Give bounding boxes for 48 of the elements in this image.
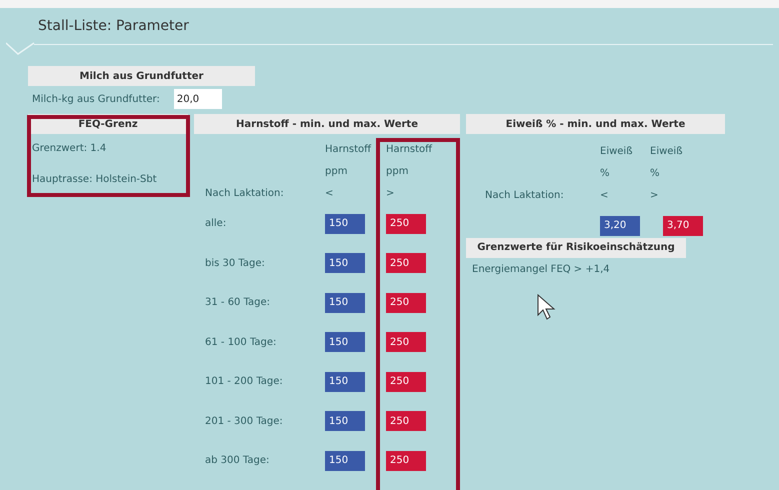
min-value-field[interactable]: 3,20 (600, 216, 640, 236)
column-label: % (600, 166, 611, 180)
max-value-field[interactable]: 250 (386, 450, 426, 471)
row-label: 31 - 60 Tage: (205, 296, 272, 310)
row-label: alle: (205, 217, 228, 232)
min-value-field[interactable]: 150 (325, 253, 365, 274)
column-label: Harnstoff (386, 142, 434, 156)
column-label: < (325, 186, 334, 200)
page-title: Stall-Liste: Parameter (38, 16, 189, 36)
section-header: Eiweiß % - min. und max. Werte (466, 114, 725, 134)
row-label: ab 300 Tage: (205, 454, 270, 468)
max-value-field[interactable]: 250 (386, 411, 426, 432)
milk-kg-field[interactable]: 20,0 (174, 89, 222, 109)
section-header: Grenzwerte für Risikoeinschätzung (466, 238, 686, 258)
column-label: Harnstoff (325, 142, 372, 156)
row-label: 101 - 200 Tage: (205, 375, 284, 390)
min-value-field[interactable]: 150 (325, 214, 365, 234)
column-label: > (386, 186, 396, 200)
max-value-field[interactable]: 250 (386, 372, 426, 392)
max-value-field[interactable]: 250 (386, 292, 426, 313)
section-header: Milch aus Grundfutter (28, 66, 255, 86)
info-text: Hauptrasse: Holstein-Sbt (32, 173, 158, 187)
column-label: > (650, 188, 660, 202)
cursor-icon (537, 294, 557, 320)
min-value-field[interactable]: 150 (325, 292, 365, 313)
column-label: Eiweiß (650, 144, 684, 158)
column-label: % (650, 166, 661, 180)
column-label: Nach Laktation: (485, 188, 565, 202)
section-header: Harnstoff - min. und max. Werte (194, 114, 460, 134)
column-label: < (600, 188, 610, 202)
min-value-field[interactable]: 150 (325, 411, 365, 432)
row-label: 201 - 300 Tage: (205, 414, 284, 429)
column-label: ppm (325, 164, 348, 178)
max-value-field[interactable]: 250 (386, 253, 426, 274)
max-value-field[interactable]: 3,70 (663, 216, 703, 236)
column-label: Nach Laktation: (205, 186, 285, 200)
column-label: Eiweiß (600, 144, 634, 158)
max-value-field[interactable]: 250 (386, 214, 426, 234)
field-label: Milch-kg aus Grundfutter: (32, 92, 160, 106)
row-label: bis 30 Tage: (205, 256, 266, 271)
max-value-field[interactable]: 250 (386, 332, 426, 352)
column-label: ppm (386, 164, 410, 178)
min-value-field[interactable]: 150 (325, 450, 365, 471)
min-value-field[interactable]: 150 (325, 332, 365, 352)
row-label: 61 - 100 Tage: (205, 336, 278, 350)
info-text: Grenzwert: 1.4 (32, 142, 108, 156)
info-text: Energiemangel FEQ > +1,4 (472, 264, 610, 274)
min-value-field[interactable]: 150 (325, 372, 365, 392)
